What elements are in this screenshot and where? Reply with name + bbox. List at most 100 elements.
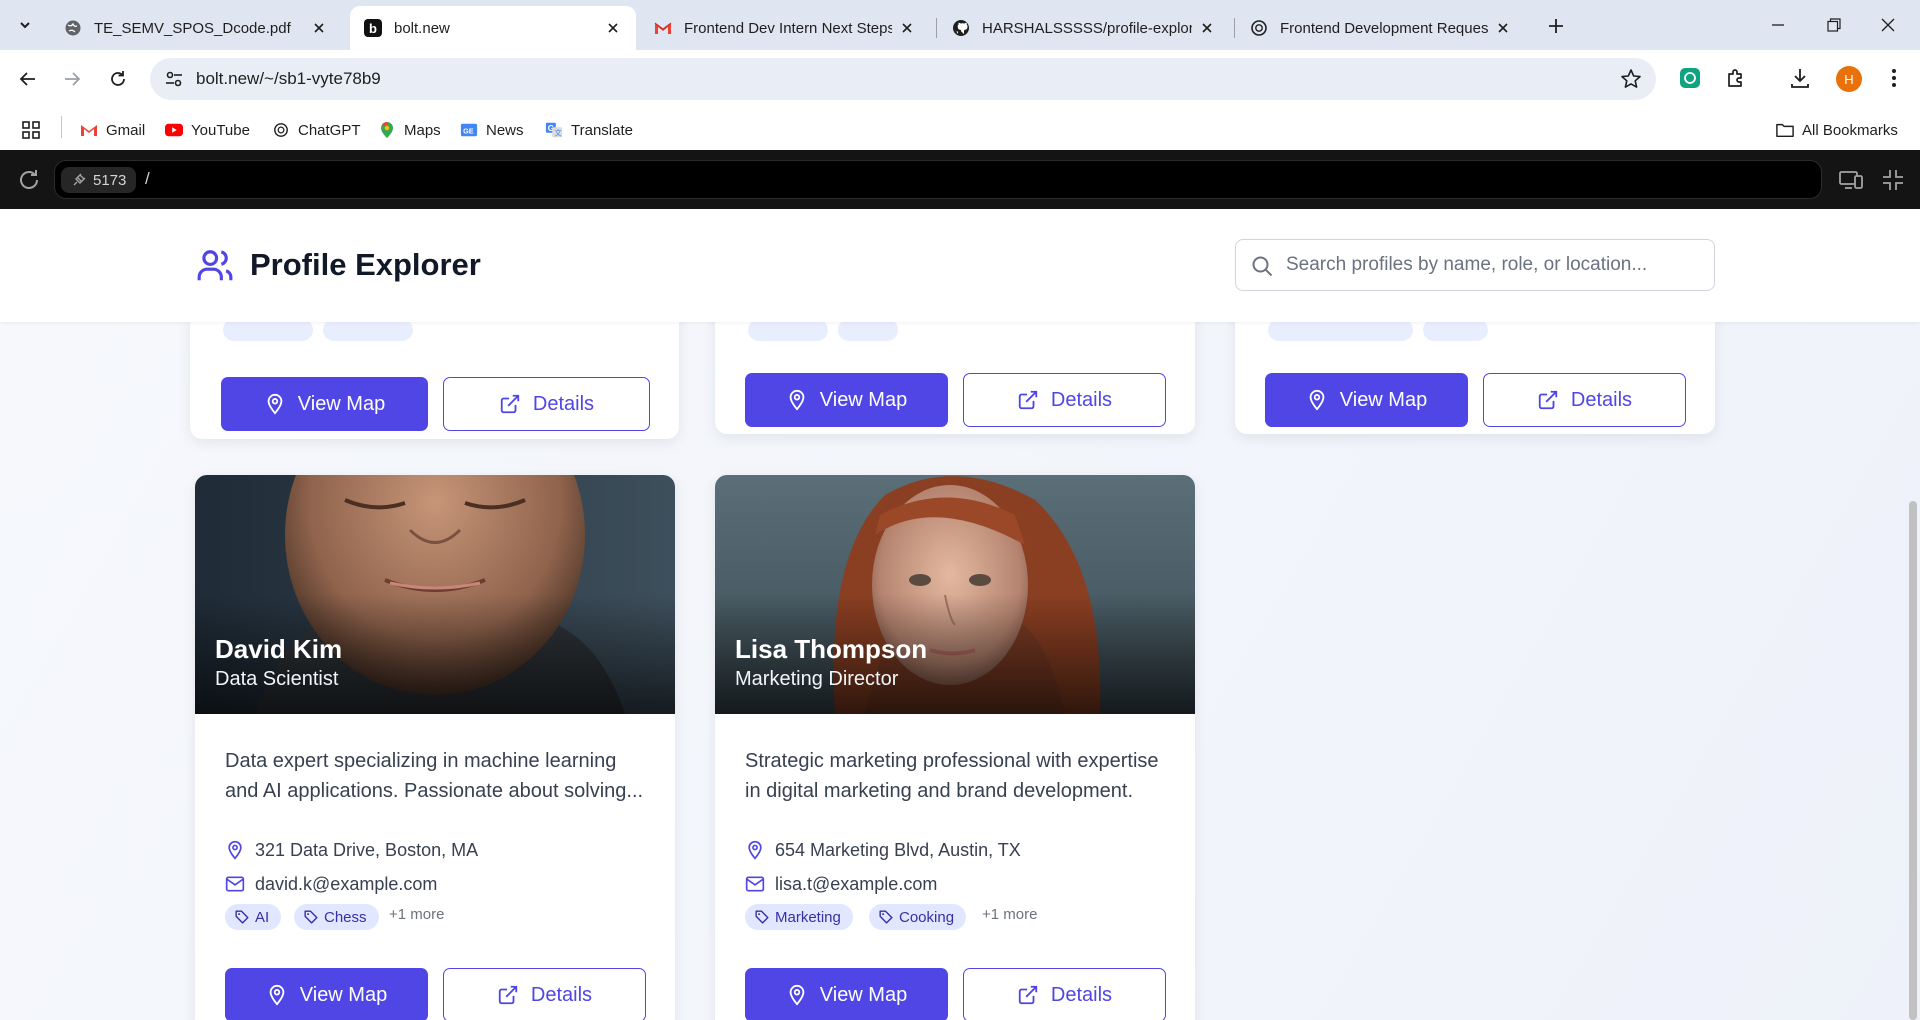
browser-tab-bar: TE_SEMV_SPOS_Dcode.pdf b bolt.new Fronte…: [0, 0, 1920, 50]
star-icon[interactable]: [1620, 68, 1642, 90]
tab-gmail[interactable]: Frontend Dev Intern Next Steps: [640, 6, 930, 50]
device-preview-icon[interactable]: [1838, 167, 1864, 193]
bookmark-translate[interactable]: G 文 Translate: [545, 119, 633, 141]
details-button[interactable]: Details: [963, 373, 1166, 427]
view-map-button[interactable]: View Map: [225, 968, 428, 1020]
profile-photo: David Kim Data Scientist: [195, 475, 675, 714]
close-icon[interactable]: [604, 19, 622, 37]
view-map-button[interactable]: View Map: [221, 377, 428, 431]
address-text: 654 Marketing Blvd, Austin, TX: [775, 839, 1021, 860]
tab-pdf[interactable]: TE_SEMV_SPOS_Dcode.pdf: [50, 6, 342, 50]
bookmark-label: All Bookmarks: [1802, 121, 1898, 139]
external-link-icon: [1017, 984, 1039, 1006]
window-close-button[interactable]: [1868, 10, 1908, 40]
close-icon[interactable]: [1198, 19, 1216, 37]
bookmark-maps[interactable]: Maps: [378, 119, 441, 141]
mail-icon: [225, 874, 245, 894]
view-map-button[interactable]: View Map: [745, 373, 948, 427]
profile-card: David Kim Data Scientist Data expert spe…: [195, 475, 675, 1020]
button-label: Details: [1570, 388, 1633, 411]
details-button[interactable]: Details: [1483, 373, 1686, 427]
tag: [1423, 319, 1488, 341]
preview-path: /: [145, 169, 150, 188]
external-link-icon: [1537, 389, 1559, 411]
profile-email: lisa.t@example.com: [745, 872, 937, 896]
chatgpt-icon: [272, 121, 290, 139]
map-pin-icon: [225, 840, 245, 860]
download-icon[interactable]: [1786, 64, 1814, 92]
bookmark-news[interactable]: GE News: [460, 119, 524, 141]
app-viewport: View Map Details View Map Details View M…: [0, 209, 1920, 1020]
bookmark-label: YouTube: [191, 121, 250, 139]
tab-title: HARSHALSSSSS/profile-explorer: [982, 19, 1192, 37]
scrollbar-thumb[interactable]: [1909, 501, 1917, 1020]
profile-avatar[interactable]: H: [1836, 66, 1862, 92]
plug-icon: [73, 173, 86, 186]
close-icon[interactable]: [1494, 19, 1512, 37]
tag: [748, 319, 828, 341]
interest-tag: Marketing: [745, 904, 853, 930]
tab-github[interactable]: HARSHALSSSSS/profile-explorer: [938, 6, 1230, 50]
users-icon: [197, 250, 233, 281]
all-bookmarks-button[interactable]: All Bookmarks: [1776, 119, 1898, 141]
page-title: Profile Explorer: [250, 247, 481, 282]
details-button[interactable]: Details: [443, 377, 650, 431]
folder-icon: [1776, 121, 1794, 139]
profile-address: 654 Marketing Blvd, Austin, TX: [745, 838, 1021, 862]
interest-tag: AI: [225, 904, 282, 930]
translate-icon: G文: [545, 121, 563, 139]
close-icon[interactable]: [310, 19, 328, 37]
minimize-button[interactable]: [1758, 10, 1798, 40]
external-link-icon: [499, 393, 521, 415]
back-button[interactable]: [12, 63, 44, 95]
bookmark-youtube[interactable]: YouTube: [165, 119, 250, 141]
view-map-button[interactable]: View Map: [1265, 373, 1468, 427]
bookmark-chatgpt[interactable]: ChatGPT: [272, 119, 361, 141]
bookmark-label: ChatGPT: [298, 121, 361, 139]
tab-chatgpt[interactable]: Frontend Development Request: [1236, 6, 1526, 50]
site-settings-icon[interactable]: [164, 69, 184, 89]
tag-label: Marketing: [775, 908, 841, 926]
button-label: Details: [1050, 388, 1113, 411]
close-icon: [1881, 18, 1895, 32]
details-button[interactable]: Details: [443, 968, 646, 1020]
button-label: View Map: [299, 983, 388, 1006]
close-icon[interactable]: [898, 19, 916, 37]
more-menu-icon[interactable]: [1880, 64, 1908, 92]
tag-icon: [755, 910, 769, 924]
profile-name: Lisa Thompson: [735, 634, 928, 664]
address-text: 321 Data Drive, Boston, MA: [255, 839, 479, 860]
search-input[interactable]: [1286, 240, 1706, 290]
search-box: [1235, 239, 1715, 291]
github-icon: [952, 19, 970, 37]
extension-green-icon[interactable]: [1676, 64, 1704, 92]
collapse-icon[interactable]: [1880, 167, 1906, 193]
restore-button[interactable]: [1814, 10, 1854, 40]
new-tab-button[interactable]: [1542, 12, 1570, 40]
search-icon: [1252, 256, 1273, 277]
apps-button[interactable]: [22, 119, 48, 141]
tab-title: Frontend Development Request: [1280, 19, 1488, 37]
preview-url-bar[interactable]: 5173 /: [54, 160, 1822, 199]
map-pin-icon: [786, 389, 808, 411]
minimize-icon: [1772, 24, 1784, 26]
port-selector[interactable]: 5173: [61, 167, 137, 193]
tab-bolt[interactable]: b bolt.new: [350, 6, 636, 50]
bookmark-gmail[interactable]: Gmail: [80, 119, 145, 141]
gmail-icon: [654, 19, 672, 37]
view-map-button[interactable]: View Map: [745, 968, 948, 1020]
reload-icon[interactable]: [16, 167, 42, 193]
details-button[interactable]: Details: [963, 968, 1166, 1020]
map-pin-icon: [266, 984, 288, 1006]
bolt-logo-icon: b: [364, 19, 382, 37]
extensions-puzzle-icon[interactable]: [1722, 64, 1750, 92]
tab-title: TE_SEMV_SPOS_Dcode.pdf: [94, 19, 291, 37]
tag-label: Chess: [324, 908, 367, 926]
email-text: lisa.t@example.com: [775, 873, 938, 894]
reload-button[interactable]: [102, 63, 134, 95]
forward-button[interactable]: [56, 63, 88, 95]
address-bar[interactable]: bolt.new/~/sb1-vyte78b9: [150, 58, 1656, 100]
tab-search-button[interactable]: [12, 12, 38, 38]
more-tags: +1 more: [982, 906, 1038, 923]
chevron-down-icon: [20, 22, 30, 29]
